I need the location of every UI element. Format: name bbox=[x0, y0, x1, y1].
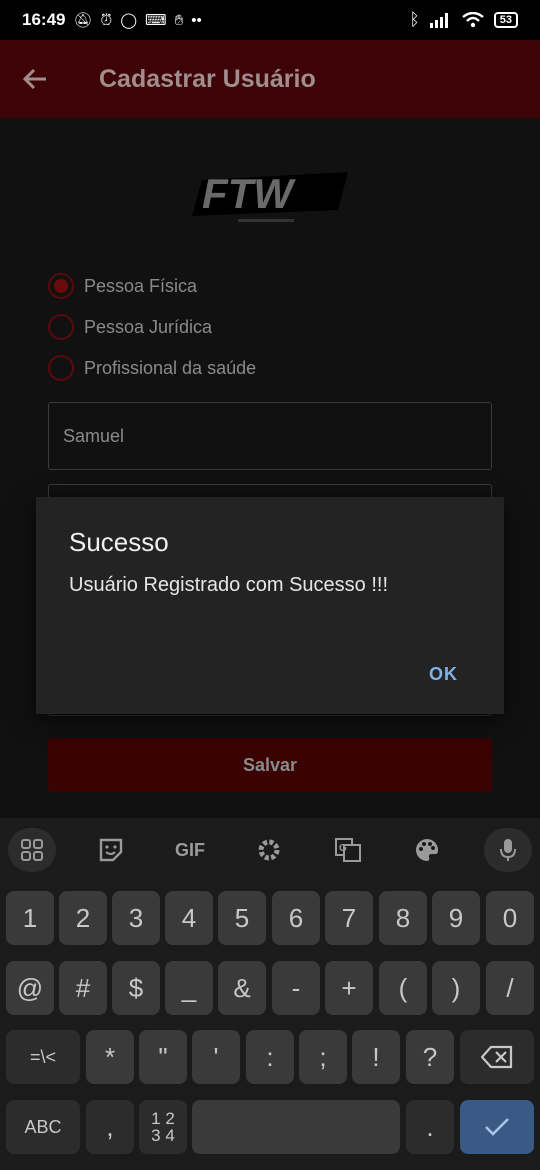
key-6[interactable]: 6 bbox=[272, 891, 320, 945]
key-8[interactable]: 8 bbox=[379, 891, 427, 945]
key-symbols-more[interactable]: =\< bbox=[6, 1030, 80, 1084]
save-button[interactable]: Salvar bbox=[48, 738, 492, 792]
status-bar: 16:49 🔕︎ ⏰︎ ◯ ⌨ ✋︎ •• ᛒ 53 bbox=[0, 0, 540, 40]
key-ampersand[interactable]: & bbox=[218, 961, 266, 1015]
status-time: 16:49 bbox=[22, 10, 66, 29]
wifi-icon bbox=[462, 12, 484, 28]
key-asterisk[interactable]: * bbox=[86, 1030, 134, 1084]
key-comma[interactable]: , bbox=[86, 1100, 134, 1154]
key-at[interactable]: @ bbox=[6, 961, 54, 1015]
key-double-quote[interactable]: " bbox=[139, 1030, 187, 1084]
back-button[interactable] bbox=[0, 40, 70, 118]
radio-profissional-saude[interactable]: Profissional da saúde bbox=[48, 353, 256, 383]
key-question[interactable]: ? bbox=[406, 1030, 454, 1084]
radio-selected-icon bbox=[48, 273, 74, 299]
keyboard: GIF G 1 2 3 4 5 6 7 8 9 0 @ # $ _ & - + … bbox=[0, 818, 540, 1170]
signal-icon bbox=[429, 13, 448, 28]
key-period[interactable]: . bbox=[406, 1100, 454, 1154]
key-underscore[interactable]: _ bbox=[165, 961, 213, 1015]
radio-unselected-icon bbox=[48, 314, 74, 340]
battery-icon: 53 bbox=[493, 12, 518, 28]
enter-key[interactable] bbox=[460, 1100, 534, 1154]
key-colon[interactable]: : bbox=[246, 1030, 294, 1084]
translate-icon[interactable]: G bbox=[325, 830, 371, 870]
more-icon: •• bbox=[191, 11, 202, 29]
key-2[interactable]: 2 bbox=[59, 891, 107, 945]
arrow-left-icon bbox=[22, 68, 46, 90]
space-key[interactable] bbox=[192, 1100, 400, 1154]
key-minus[interactable]: - bbox=[272, 961, 320, 1015]
page-title: Cadastrar Usuário bbox=[99, 64, 316, 93]
key-paren-open[interactable]: ( bbox=[379, 961, 427, 1015]
key-single-quote[interactable]: ' bbox=[192, 1030, 240, 1084]
mic-icon[interactable] bbox=[484, 828, 532, 872]
name-field[interactable]: Samuel bbox=[48, 402, 492, 470]
hand-icon: ✋︎ bbox=[174, 11, 184, 29]
ftw-logo: FTW bbox=[192, 170, 348, 222]
success-dialog: Sucesso Usuário Registrado com Sucesso !… bbox=[36, 497, 504, 714]
palette-icon[interactable] bbox=[404, 830, 450, 870]
radio-pessoa-fisica[interactable]: Pessoa Física bbox=[48, 271, 197, 301]
radio-unselected-icon bbox=[48, 355, 74, 381]
status-right-icons: ᛒ 53 bbox=[410, 10, 518, 30]
key-exclamation[interactable]: ! bbox=[352, 1030, 400, 1084]
key-plus[interactable]: + bbox=[325, 961, 373, 1015]
dialog-message: Usuário Registrado com Sucesso !!! bbox=[69, 574, 389, 596]
alarm-icon: ⏰︎ bbox=[100, 11, 113, 29]
key-dollar[interactable]: $ bbox=[112, 961, 160, 1015]
key-paren-close[interactable]: ) bbox=[432, 961, 480, 1015]
radio-label: Pessoa Física bbox=[84, 275, 198, 296]
checkmark-icon bbox=[485, 1118, 509, 1136]
key-numpad[interactable]: 1 2 3 4 bbox=[139, 1100, 187, 1154]
key-hash[interactable]: # bbox=[59, 961, 107, 1015]
app-bar: Cadastrar Usuário bbox=[0, 40, 540, 118]
status-left-icons: 🔕︎ ⏰︎ ◯ ⌨ ✋︎ •• bbox=[73, 11, 202, 30]
radio-label: Pessoa Jurídica bbox=[84, 316, 213, 337]
radio-pessoa-juridica[interactable]: Pessoa Jurídica bbox=[48, 312, 212, 342]
numpad-bottom: 3 4 bbox=[151, 1126, 175, 1145]
whatsapp-icon: ◯ bbox=[120, 12, 138, 29]
ok-button[interactable]: OK bbox=[429, 664, 458, 685]
key-4[interactable]: 4 bbox=[165, 891, 213, 945]
key-0[interactable]: 0 bbox=[486, 891, 534, 945]
bluetooth-icon: ᛒ bbox=[409, 10, 420, 29]
keyboard-icon: ⌨ bbox=[145, 12, 167, 29]
svg-text:G: G bbox=[339, 843, 347, 854]
settings-icon[interactable] bbox=[246, 830, 292, 870]
key-3[interactable]: 3 bbox=[112, 891, 160, 945]
radio-label: Profissional da saúde bbox=[84, 357, 257, 378]
key-5[interactable]: 5 bbox=[218, 891, 266, 945]
backspace-icon bbox=[481, 1045, 513, 1069]
sticker-icon[interactable] bbox=[88, 830, 134, 870]
key-1[interactable]: 1 bbox=[6, 891, 54, 945]
key-slash[interactable]: / bbox=[486, 961, 534, 1015]
key-semicolon[interactable]: ; bbox=[299, 1030, 347, 1084]
keyboard-toolbar: GIF G bbox=[0, 818, 540, 882]
key-9[interactable]: 9 bbox=[432, 891, 480, 945]
dialog-title: Sucesso bbox=[69, 527, 169, 557]
key-abc[interactable]: ABC bbox=[6, 1100, 80, 1154]
apps-icon[interactable] bbox=[8, 828, 56, 872]
mute-icon: 🔕︎ bbox=[73, 12, 93, 29]
logo-text: FTW bbox=[202, 170, 296, 217]
backspace-key[interactable] bbox=[460, 1030, 534, 1084]
gif-button[interactable]: GIF bbox=[167, 830, 213, 870]
numpad-top: 1 2 bbox=[151, 1109, 175, 1128]
key-7[interactable]: 7 bbox=[325, 891, 373, 945]
